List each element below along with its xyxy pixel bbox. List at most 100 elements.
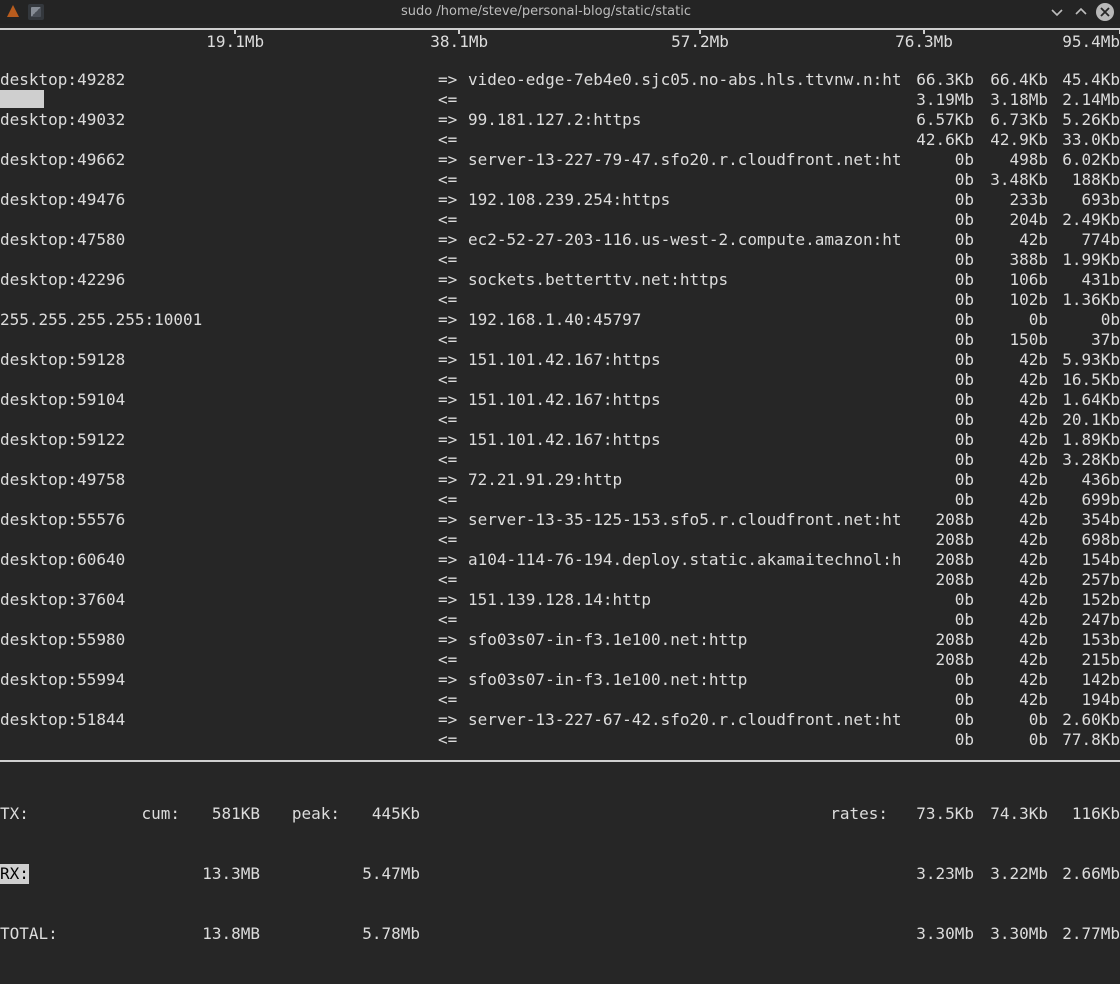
rate-10s: 42b (974, 650, 1048, 670)
rate-10s: 0b (974, 710, 1048, 730)
rate-10s: 0b (974, 310, 1048, 330)
connection-source (0, 250, 438, 270)
rate-10s: 42b (974, 510, 1048, 530)
rate-2s: 6.57Kb (900, 110, 974, 130)
rate-10s: 3.48Kb (974, 170, 1048, 190)
rx-cum: 13.3MB (180, 864, 260, 884)
bandwidth-scale: 19.1Mb38.1Mb57.2Mb76.3Mb95.4Mb (0, 30, 1120, 48)
connection-source (0, 690, 438, 710)
connection-row: <=0b150b37b (0, 330, 1120, 350)
connection-row: <=3.19Mb3.18Mb2.14Mb (0, 90, 1120, 110)
cum-label: cum: (130, 804, 180, 824)
rate-40s: 1.36Kb (1048, 290, 1120, 310)
direction-arrow: => (438, 230, 468, 250)
connection-row: desktop:49662=>server-13-227-79-47.sfo20… (0, 150, 1120, 170)
rate-10s: 42b (974, 530, 1048, 550)
connection-destination: server-13-227-67-42.sfo20.r.cloudfront.n… (468, 710, 900, 730)
connection-source: desktop:59128 (0, 350, 438, 370)
rate-2s: 0b (900, 210, 974, 230)
connection-row: <=0b388b1.99Kb (0, 250, 1120, 270)
rate-40s: 5.26Kb (1048, 110, 1120, 130)
direction-arrow: => (438, 510, 468, 530)
direction-arrow: <= (438, 690, 468, 710)
rate-40s: 257b (1048, 570, 1120, 590)
rate-2s: 0b (900, 450, 974, 470)
close-button[interactable] (1096, 3, 1114, 21)
direction-arrow: => (438, 70, 468, 90)
connection-row: desktop:47580=>ec2-52-27-203-116.us-west… (0, 230, 1120, 250)
connection-source (0, 370, 438, 390)
connection-source (0, 570, 438, 590)
rate-2s: 0b (900, 250, 974, 270)
direction-arrow: <= (438, 610, 468, 630)
rate-10s: 233b (974, 190, 1048, 210)
connection-destination: sockets.betterttv.net:https (468, 270, 900, 290)
app-icon (28, 4, 44, 20)
rate-2s: 208b (900, 530, 974, 550)
rate-40s: 20.1Kb (1048, 410, 1120, 430)
connection-destination (468, 290, 900, 310)
rate-10s: 0b (974, 730, 1048, 750)
rate-10s: 150b (974, 330, 1048, 350)
direction-arrow: => (438, 310, 468, 330)
close-icon (1100, 7, 1110, 17)
rate-40s: 45.4Kb (1048, 70, 1120, 90)
connection-source (0, 130, 438, 150)
rx-peak: 5.47Mb (340, 864, 420, 884)
terminal-viewport[interactable]: 19.1Mb38.1Mb57.2Mb76.3Mb95.4Mb desktop:4… (0, 24, 1120, 824)
rate-40s: 2.49Kb (1048, 210, 1120, 230)
rate-2s: 0b (900, 410, 974, 430)
connection-source: desktop:55994 (0, 670, 438, 690)
scale-label: 57.2Mb (671, 32, 729, 52)
rate-40s: 152b (1048, 590, 1120, 610)
rate-40s: 77.8Kb (1048, 730, 1120, 750)
rate-10s: 42b (974, 350, 1048, 370)
connection-source (0, 410, 438, 430)
connection-row: desktop:49758=>72.21.91.29:http0b42b436b (0, 470, 1120, 490)
rate-40s: 188Kb (1048, 170, 1120, 190)
direction-arrow: => (438, 630, 468, 650)
connection-source (0, 730, 438, 750)
direction-arrow: <= (438, 250, 468, 270)
connection-row: <=208b42b698b (0, 530, 1120, 550)
connection-destination: video-edge-7eb4e0.sjc05.no-abs.hls.ttvnw… (468, 70, 900, 90)
direction-arrow: <= (438, 530, 468, 550)
rx-r2: 3.23Mb (900, 864, 974, 884)
direction-arrow: <= (438, 130, 468, 150)
direction-arrow: <= (438, 210, 468, 230)
rate-2s: 0b (900, 230, 974, 250)
connection-destination: server-13-227-79-47.sfo20.r.cloudfront.n… (468, 150, 900, 170)
total-r40: 2.77Mb (1048, 924, 1120, 944)
rate-40s: 1.89Kb (1048, 430, 1120, 450)
minimize-button[interactable] (1048, 3, 1066, 21)
rate-10s: 498b (974, 150, 1048, 170)
connection-row: <=0b204b2.49Kb (0, 210, 1120, 230)
direction-arrow: => (438, 670, 468, 690)
connection-row: <=0b0b77.8Kb (0, 730, 1120, 750)
rate-2s: 0b (900, 190, 974, 210)
rate-10s: 66.4Kb (974, 70, 1048, 90)
footer-rule (0, 760, 1120, 762)
rate-10s: 102b (974, 290, 1048, 310)
rate-10s: 42b (974, 570, 1048, 590)
tx-r10: 74.3Kb (974, 804, 1048, 824)
direction-arrow: => (438, 270, 468, 290)
rate-10s: 42b (974, 630, 1048, 650)
connection-row: <=208b42b257b (0, 570, 1120, 590)
cursor-block (0, 90, 44, 108)
rate-40s: 153b (1048, 630, 1120, 650)
maximize-button[interactable] (1072, 3, 1090, 21)
connection-source (0, 530, 438, 550)
connection-destination: 151.101.42.167:https (468, 350, 900, 370)
rate-40s: 431b (1048, 270, 1120, 290)
connection-source: desktop:49032 (0, 110, 438, 130)
connection-destination (468, 250, 900, 270)
connection-row: <=208b42b215b (0, 650, 1120, 670)
connection-source: 255.255.255.255:10001 (0, 310, 438, 330)
connection-row: 255.255.255.255:10001=>192.168.1.40:4579… (0, 310, 1120, 330)
connection-source: desktop:37604 (0, 590, 438, 610)
rate-40s: 6.02Kb (1048, 150, 1120, 170)
rate-2s: 0b (900, 310, 974, 330)
connection-source: desktop:49758 (0, 470, 438, 490)
rate-10s: 42b (974, 230, 1048, 250)
